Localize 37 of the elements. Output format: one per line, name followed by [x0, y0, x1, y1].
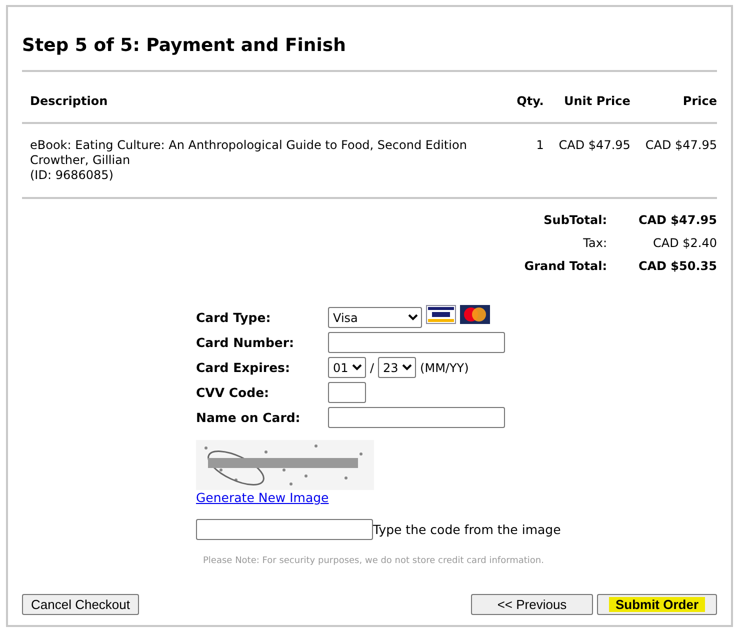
cvv-field[interactable]: [328, 382, 366, 403]
unit-price: CAD $47.95: [558, 138, 630, 152]
column-header: Description: [22, 72, 506, 123]
item-description: (ID: 9686085): [30, 168, 114, 183]
month-dropdown[interactable]: 01: [328, 357, 366, 378]
item-description: eBook: Eating Culture: An Anthropological Guide to Food, Second Edition: [30, 138, 468, 153]
previous-button[interactable]: << Previous: [471, 594, 593, 615]
field-label: CVV Code:: [196, 385, 270, 400]
total-label: SubTotal:: [542, 213, 607, 227]
total-value: CAD $50.35: [637, 259, 717, 273]
submit-order-button[interactable]: Submit Order: [597, 594, 717, 615]
total-label: Grand Total:: [524, 259, 607, 273]
captcha-field[interactable]: [196, 519, 373, 540]
field-label: Card Type:: [196, 310, 272, 325]
card-type-dropdown[interactable]: Visa: [328, 307, 422, 328]
name-field[interactable]: [328, 407, 505, 428]
total-value: CAD $2.40: [652, 236, 717, 250]
total-label: Tax:: [582, 236, 607, 250]
generate-new-image-link[interactable]: Generate New Image: [196, 490, 329, 505]
column-header: Price: [630, 72, 717, 123]
field-label: Card Expires:: [196, 360, 291, 375]
captcha-prompt: Type the code from the image: [373, 522, 561, 537]
security-note: Please Note: For security purposes, we do not store credit card information.: [203, 556, 545, 566]
field-label: Name on Card:: [196, 410, 302, 425]
date-separator: /: [370, 360, 374, 374]
cancel-checkout-button[interactable]: Cancel Checkout: [22, 594, 139, 615]
price: CAD $47.95: [645, 138, 717, 152]
format-hint: (MM/YY): [420, 360, 469, 374]
column-header: Qty.: [506, 72, 544, 123]
item-description: Crowther, Gillian: [30, 153, 132, 168]
card-number-field[interactable]: [328, 332, 505, 353]
page-title: Step 5 of 5: Payment and Finish: [22, 35, 347, 56]
year-dropdown[interactable]: 23: [378, 357, 416, 378]
field-label: Card Number:: [196, 335, 296, 350]
total-value: CAD $47.95: [637, 213, 717, 227]
quantity: 1: [536, 138, 544, 152]
column-header: Unit Price: [544, 72, 630, 123]
